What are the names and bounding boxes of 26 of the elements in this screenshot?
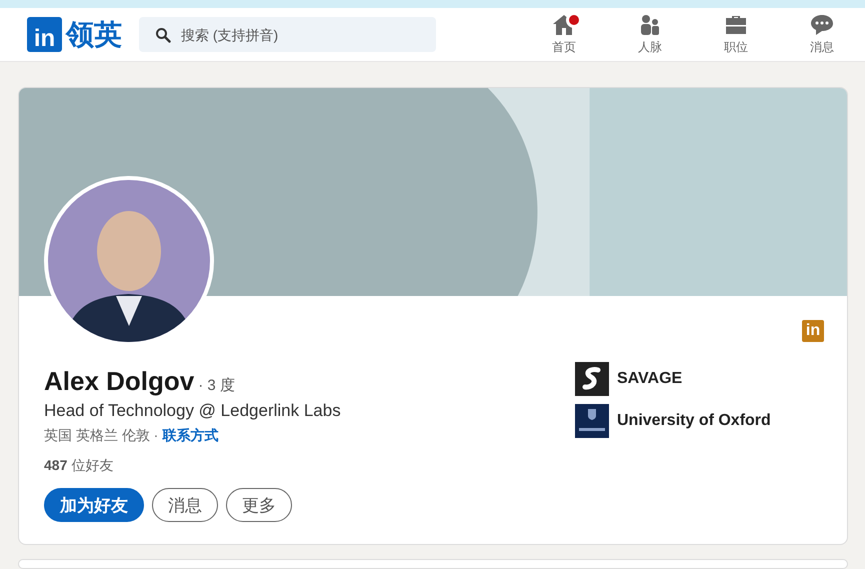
organization-name[interactable]: SAVAGE <box>617 370 682 388</box>
location: 英国 英格兰 伦敦 · <box>44 427 158 445</box>
linkedin-badge[interactable]: in <box>802 320 824 342</box>
people-icon <box>639 14 661 36</box>
speech-bubble-icon <box>810 14 834 36</box>
search-field[interactable]: 搜索 (支持拼音) <box>139 17 436 52</box>
search-icon <box>155 27 171 43</box>
logo-mark[interactable]: in <box>27 17 62 52</box>
nav-item[interactable]: 职位 <box>693 8 779 61</box>
profile-name: Alex Dolgov <box>44 366 194 397</box>
action-button[interactable]: 更多 <box>226 488 292 522</box>
connect-button[interactable]: 加为好友 <box>44 488 144 522</box>
nav-item[interactable]: 人脉 <box>607 8 693 61</box>
company-logo-icon <box>575 362 609 396</box>
connections-label: 位好友 <box>71 457 114 475</box>
contact-info-link[interactable]: 联系方式 <box>162 427 218 445</box>
logo-text[interactable]: 领英 <box>66 20 122 48</box>
briefcase-icon <box>724 14 748 36</box>
nav-item[interactable]: 消息 <box>779 8 865 61</box>
connection-degree: · 3 度 <box>198 376 235 395</box>
headline: Head of Technology @ Ledgerlink Labs <box>44 401 342 421</box>
nav-item[interactable]: 首页 <box>521 8 607 61</box>
connections-count: 487 <box>44 457 68 475</box>
action-button[interactable]: 消息 <box>152 488 218 522</box>
organization-name[interactable]: University of Oxford <box>617 412 771 430</box>
school-crest-icon <box>575 404 609 438</box>
